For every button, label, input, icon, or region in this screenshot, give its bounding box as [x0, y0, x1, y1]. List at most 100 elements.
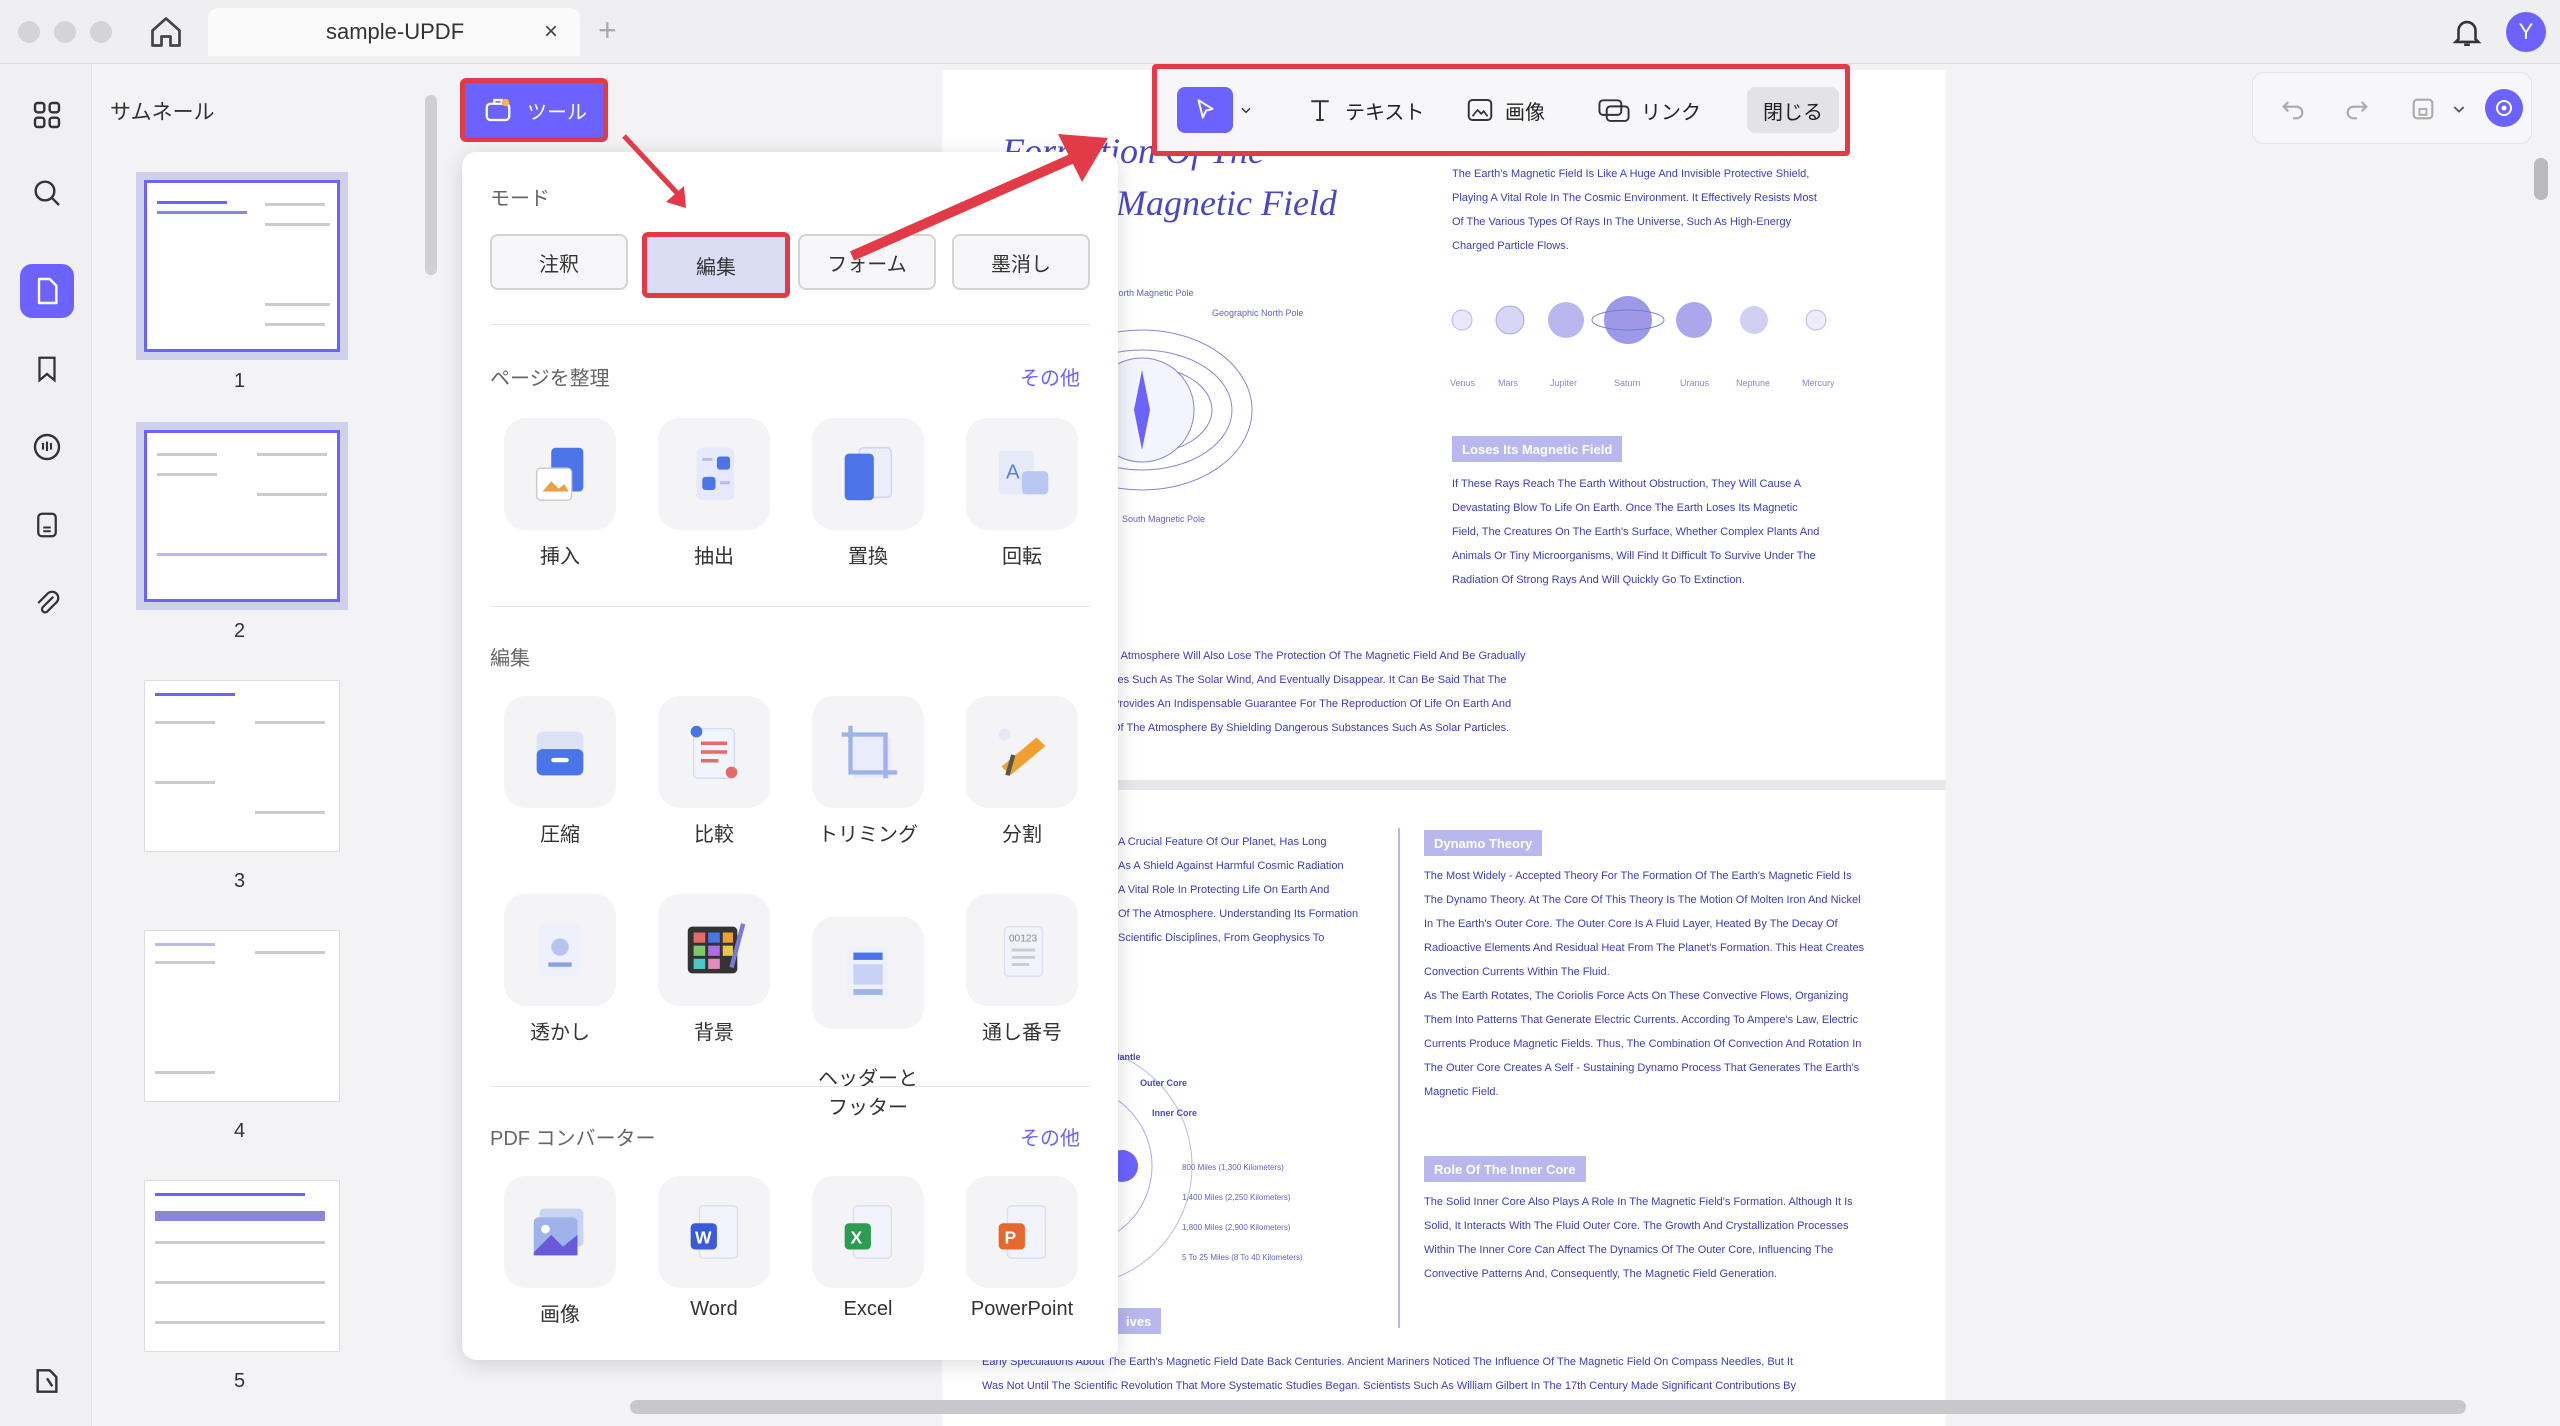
annotation-arrow-to-toolbar: [849, 134, 1108, 261]
thumbnail-page-1[interactable]: [136, 172, 348, 360]
bates-numbering-label: 通し番号: [982, 1022, 1062, 1044]
divider: [490, 324, 1090, 325]
select-tool-dropdown-icon[interactable]: [1239, 87, 1253, 133]
tab-title: sample-UPDF: [326, 19, 465, 44]
watermark-label: 透かし: [530, 1022, 590, 1044]
text-line: A Vital Role In Protecting Life On Earth…: [1118, 884, 1330, 896]
text-line: Them Into Patterns That Generate Electri…: [1424, 1014, 1858, 1026]
magnetic-field-diagram: North Magnetic Pole Geographic North Pol…: [1082, 288, 1304, 524]
text-line: Of The Various Types Of Rays In The Univ…: [1452, 216, 1792, 228]
compare-tool[interactable]: 比較: [639, 696, 789, 847]
add-text-button[interactable]: テキスト: [1305, 87, 1424, 133]
extract-tool[interactable]: 抽出: [639, 418, 789, 569]
converter-more-link[interactable]: その他: [1020, 1122, 1080, 1151]
rotate-tool[interactable]: A 回転: [947, 418, 1097, 569]
depth-label: 5 To 25 Miles (8 To 40 Kilometers): [1182, 1253, 1303, 1262]
compare-icon: [658, 696, 770, 808]
thumbnail-page-3[interactable]: [144, 680, 340, 852]
thumbnails-icon[interactable]: [20, 264, 74, 318]
organize-more-link[interactable]: その他: [1020, 362, 1080, 391]
split-tool[interactable]: 分割: [947, 696, 1097, 847]
text-line: Was Not Until The Scientific Revolution …: [982, 1380, 1796, 1392]
add-image-button[interactable]: 画像: [1465, 87, 1545, 133]
tab-close-icon[interactable]: ×: [544, 18, 558, 46]
bates-numbering-tool[interactable]: 00123 通し番号: [947, 894, 1097, 1045]
minimize-window-button[interactable]: [54, 21, 76, 43]
zoom-window-button[interactable]: [90, 21, 112, 43]
text-line: Animals Or Tiny Microorganisms, Will Fin…: [1452, 550, 1816, 562]
background-tool[interactable]: 背景: [639, 894, 789, 1045]
text-line: If These Rays Reach The Earth Without Ob…: [1452, 478, 1802, 490]
planet-label: Mercury: [1802, 378, 1835, 388]
new-tab-icon[interactable]: +: [598, 12, 617, 49]
thumbnail-page-5[interactable]: [144, 1180, 340, 1352]
ai-assistant-icon[interactable]: [26, 1360, 68, 1402]
user-avatar[interactable]: Y: [2506, 12, 2546, 52]
thumbnail-scrollbar[interactable]: [425, 95, 437, 275]
close-edit-button[interactable]: 閉じる: [1747, 87, 1839, 133]
text-line: Solid, It Interacts With The Fluid Outer…: [1424, 1220, 1849, 1232]
vertical-scrollbar[interactable]: [2534, 158, 2548, 200]
add-link-button[interactable]: リンク: [1597, 87, 1701, 133]
text-line: In The Earth's Outer Core. The Outer Cor…: [1424, 918, 1838, 930]
rotate-icon: A: [966, 418, 1078, 530]
attachment-icon[interactable]: [26, 582, 68, 624]
text-line: The Outer Core Creates A Self - Sustaini…: [1424, 1062, 1860, 1074]
depth-label: 800 Miles (1,300 Kilometers): [1182, 1163, 1284, 1172]
convert-to-word-tool[interactable]: W Word: [639, 1176, 789, 1321]
replace-tool[interactable]: 置換: [793, 418, 943, 569]
background-icon: [658, 894, 770, 1006]
convert-to-image-tool[interactable]: 画像: [485, 1176, 635, 1327]
compress-tool[interactable]: 圧縮: [485, 696, 635, 847]
apps-grid-icon[interactable]: [26, 94, 68, 136]
comment-icon[interactable]: [26, 426, 68, 468]
layer-label: Inner Core: [1152, 1108, 1197, 1118]
diagram-label: South Magnetic Pole: [1122, 514, 1205, 524]
search-icon[interactable]: [26, 172, 68, 214]
planet-label: Mars: [1498, 378, 1518, 388]
text-line: Convection Currents Within The Fluid.: [1424, 966, 1610, 978]
horizontal-scrollbar[interactable]: [630, 1400, 2466, 1414]
convert-to-excel-tool[interactable]: X Excel: [793, 1176, 943, 1321]
organize-section-label: ページを整理: [490, 368, 610, 390]
depth-label: 1,800 Miles (2,900 Kilometers): [1182, 1223, 1291, 1232]
compare-label: 比較: [694, 824, 734, 846]
save-icon[interactable]: [2409, 95, 2437, 128]
bookmark-icon[interactable]: [26, 348, 68, 390]
watermark-tool[interactable]: 透かし: [485, 894, 635, 1045]
notification-bell-icon[interactable]: [2450, 14, 2484, 55]
save-dropdown-icon[interactable]: [2451, 101, 2467, 122]
thumbnail-page-2[interactable]: [136, 422, 348, 610]
mode-edit-button[interactable]: 編集: [642, 232, 790, 298]
text-icon: [1311, 100, 1329, 121]
thumbnail-page-number: 5: [234, 1370, 246, 1392]
close-window-button[interactable]: [18, 21, 40, 43]
crop-tool[interactable]: トリミング: [793, 696, 943, 847]
mode-annotate-button[interactable]: 注釈: [490, 234, 628, 290]
tools-panel: モード 注釈 編集 フォーム 墨消し ページを整理 その他 挿入 抽出 置換 A…: [462, 152, 1118, 1360]
home-icon[interactable]: [148, 14, 184, 55]
page-title-line2: Magnetic Field: [1116, 183, 1337, 223]
ai-logo-icon[interactable]: [2485, 89, 2523, 127]
convert-to-powerpoint-tool[interactable]: P PowerPoint: [947, 1176, 1097, 1321]
diagram-label: North Magnetic Pole: [1112, 288, 1194, 298]
thumbnail-page-4[interactable]: [144, 930, 340, 1102]
extract-label: 抽出: [694, 546, 734, 568]
redo-icon[interactable]: [2343, 95, 2371, 128]
document-icon[interactable]: [26, 504, 68, 546]
add-link-label: リンク: [1641, 101, 1701, 124]
document-tab[interactable]: sample-UPDF ×: [208, 8, 580, 56]
undo-icon[interactable]: [2279, 95, 2307, 128]
excel-icon: X: [812, 1176, 924, 1288]
thumbnail-page-number: 3: [234, 870, 246, 892]
edit-toolbar: テキスト 画像 リンク 閉じる: [1152, 64, 1850, 156]
insert-tool[interactable]: 挿入: [485, 418, 635, 569]
text-line: Scientific Disciplines, From Geophysics …: [1118, 932, 1325, 944]
annotation-arrow-to-edit: [622, 134, 686, 208]
select-tool-button[interactable]: [1177, 87, 1233, 133]
insert-icon: [504, 418, 616, 530]
text-line: Magnetic Field.: [1424, 1086, 1499, 1098]
tools-button[interactable]: ツール: [460, 78, 608, 142]
add-text-label: テキスト: [1345, 101, 1425, 124]
divider: [490, 1086, 1090, 1087]
